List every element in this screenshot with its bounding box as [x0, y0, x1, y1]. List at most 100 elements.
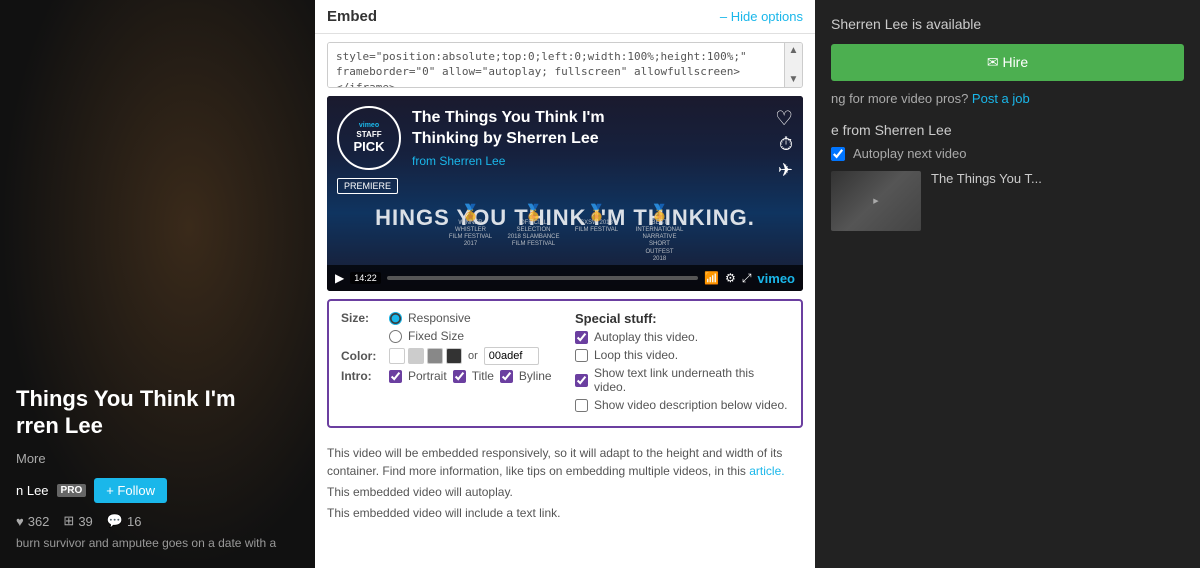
staff-pick-badge: vimeo STAFF PICK — [337, 106, 401, 170]
autoplay-next-label: Autoplay next video — [853, 146, 966, 161]
progress-bar[interactable] — [387, 276, 698, 280]
awards-row: 🏅 WINNERWHISTLERFILM FESTIVAL2017 🏅 OFFI… — [327, 206, 803, 263]
comment-icon: 💬 — [107, 513, 123, 529]
fixed-size-radio[interactable] — [389, 330, 402, 343]
video-preview: vimeo STAFF PICK PREMIERE The Things You… — [327, 96, 803, 291]
embed-code-textarea[interactable]: style="position:absolute;top:0;left:0;wi… — [328, 43, 784, 87]
loop-checkbox[interactable] — [575, 349, 588, 362]
video-thumbnail[interactable]: ▶ — [831, 171, 921, 231]
comments-stat: 💬 16 — [107, 513, 142, 529]
embed-code-area: style="position:absolute;top:0;left:0;wi… — [327, 42, 803, 88]
show-description-checkbox[interactable] — [575, 399, 588, 412]
embed-panel: Embed – Hide options style="position:abs… — [315, 0, 815, 568]
options-panel: Size: Responsive Fixed Size Color: — [327, 299, 803, 428]
award-sxsw: 🏅 SXSW 2018FILM FESTIVAL — [569, 206, 624, 263]
vimeo-logo: vimeo — [757, 271, 795, 286]
autoplay-next-checkbox[interactable] — [831, 147, 845, 161]
follow-button[interactable]: + Follow — [94, 478, 167, 503]
share-icon[interactable]: ✈ — [778, 160, 793, 181]
options-left: Size: Responsive Fixed Size Color: — [341, 311, 555, 416]
loop-row: Loop this video. — [575, 348, 789, 362]
embed-scrollbar[interactable]: ▲ ▼ — [784, 43, 802, 87]
settings-icon[interactable]: ⚙ — [725, 271, 736, 285]
desc-line1: This video will be embedded responsively… — [327, 444, 803, 480]
scroll-down-icon[interactable]: ▼ — [789, 74, 799, 85]
byline-label: Byline — [519, 369, 552, 383]
bg-video-title: Things You Think I'm rren Lee — [16, 386, 299, 439]
responsive-label: Responsive — [408, 311, 471, 325]
show-description-label: Show video description below video. — [594, 398, 787, 412]
video-title-overlay: The Things You Think I'm Thinking by She… — [412, 108, 758, 150]
autoplay-row: Autoplay this video. — [575, 330, 789, 344]
heart-icon[interactable]: ♡ — [775, 106, 793, 131]
award-slambance: 🏅 OFFICIAL SELECTION2018 SLAMBANCEFILM F… — [506, 206, 561, 263]
pro-badge: PRO — [57, 484, 87, 497]
autoplay-checkbox[interactable] — [575, 331, 588, 344]
hide-options-button[interactable]: – Hide options — [720, 9, 803, 24]
time-display: 14:22 — [350, 272, 381, 284]
swatch-gray[interactable] — [408, 348, 424, 364]
fixed-size-label: Fixed Size — [408, 329, 464, 343]
title-check-label: Title — [472, 369, 494, 383]
heart-icon: ♥ — [16, 514, 24, 529]
show-text-link-label: Show text link underneath this video. — [594, 366, 789, 394]
bg-author-name: n Lee — [16, 483, 49, 498]
likes-stat: ♥ 362 — [16, 514, 49, 529]
intro-label: Intro: — [341, 369, 383, 383]
post-job-link[interactable]: Post a job — [972, 91, 1030, 106]
color-or: or — [468, 350, 478, 362]
thumb-video-title: The Things You T... — [931, 171, 1042, 186]
portrait-label: Portrait — [408, 369, 447, 383]
loop-label: Loop this video. — [594, 348, 678, 362]
background-left: Things You Think I'm rren Lee More n Lee… — [0, 0, 315, 568]
portrait-checkbox[interactable] — [389, 370, 402, 383]
article-link[interactable]: article. — [749, 464, 784, 478]
size-label: Size: — [341, 311, 383, 325]
intro-row: Intro: Portrait Title Byline — [341, 369, 555, 383]
embed-title: Embed — [327, 8, 377, 25]
swatch-dark[interactable] — [446, 348, 462, 364]
fixed-size-row: Fixed Size — [389, 329, 555, 343]
hire-button[interactable]: ✉ Hire — [831, 44, 1184, 81]
premiere-badge: PREMIERE — [337, 178, 398, 194]
bg-more-link[interactable]: More — [16, 451, 299, 466]
color-row: Color: or — [341, 347, 555, 365]
color-swatches — [389, 348, 462, 364]
award-outfest: 🏅 BEST INTERNATIONALNARRATIVE SHORTOUTFE… — [632, 206, 687, 263]
swatch-darkgray[interactable] — [427, 348, 443, 364]
responsive-radio[interactable] — [389, 312, 402, 325]
color-label: Color: — [341, 349, 383, 363]
play-button[interactable]: ▶ — [335, 271, 344, 285]
video-thumbnail-preview: vimeo STAFF PICK PREMIERE The Things You… — [327, 96, 803, 291]
watch-later-icon[interactable]: ⏱ — [779, 134, 793, 155]
fullscreen-icon[interactable]: ⤢ — [742, 271, 752, 286]
more-from-title: e from Sherren Lee — [831, 122, 1184, 138]
options-right: Special stuff: Autoplay this video. Loop… — [575, 311, 789, 416]
bg-description: burn survivor and amputee goes on a date… — [16, 535, 299, 552]
show-text-link-row: Show text link underneath this video. — [575, 366, 789, 394]
video-from-label: from Sherren Lee — [412, 154, 505, 168]
embed-header: Embed – Hide options — [315, 0, 815, 34]
video-controls: ▶ 14:22 📶 ⚙ ⤢ vimeo — [327, 265, 803, 291]
volume-icon[interactable]: 📶 — [704, 271, 719, 285]
post-job-text: ng for more video pros? Post a job — [831, 91, 1184, 106]
show-text-link-checkbox[interactable] — [575, 374, 588, 387]
desc-line3: This embedded video will autoplay. — [327, 483, 803, 501]
title-checkbox[interactable] — [453, 370, 466, 383]
vimeo-label: vimeo — [359, 122, 379, 130]
layers-icon: ⊞ — [63, 513, 74, 529]
layers-stat: ⊞ 39 — [63, 513, 92, 529]
color-hex-input[interactable] — [484, 347, 539, 365]
show-description-row: Show video description below video. — [575, 398, 789, 412]
special-stuff-title: Special stuff: — [575, 311, 789, 326]
desc-line4: This embedded video will include a text … — [327, 504, 803, 522]
background-right: Sherren Lee is available ✉ Hire ng for m… — [815, 0, 1200, 568]
scroll-up-icon[interactable]: ▲ — [789, 45, 799, 56]
swatch-white[interactable] — [389, 348, 405, 364]
award-whistler: 🏅 WINNERWHISTLERFILM FESTIVAL2017 — [443, 206, 498, 263]
byline-checkbox[interactable] — [500, 370, 513, 383]
embed-description: This video will be embedded responsively… — [315, 436, 815, 537]
available-text: Sherren Lee is available — [831, 16, 1184, 32]
autoplay-label: Autoplay this video. — [594, 330, 698, 344]
size-row: Size: Responsive — [341, 311, 555, 325]
